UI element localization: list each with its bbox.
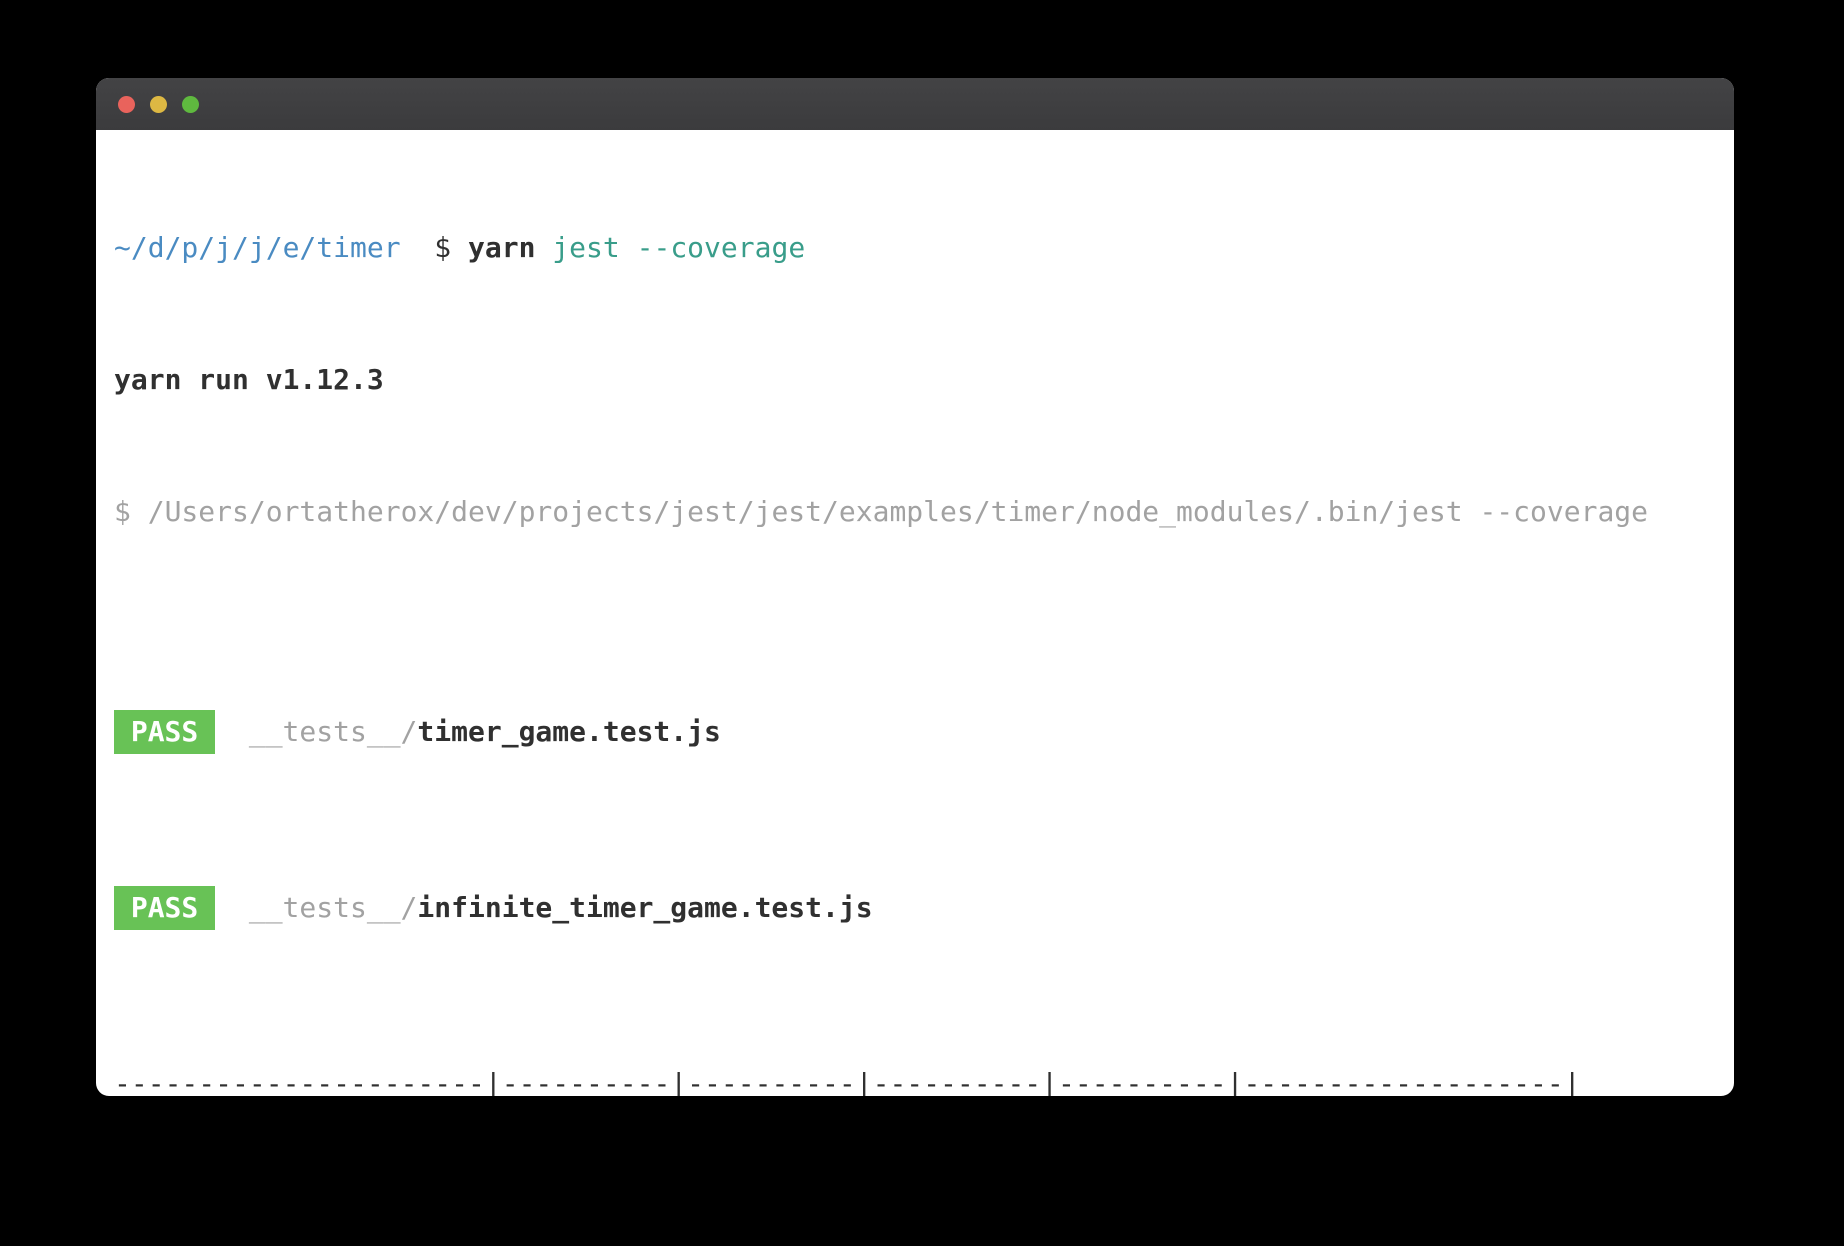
test-result-line: PASS __tests__/infinite_timer_game.test.j… xyxy=(114,886,1714,930)
test-result-line: PASS __tests__/timer_game.test.js xyxy=(114,710,1714,754)
test-results-list: PASS__tests__/timer_game.test.js PASS__t… xyxy=(114,622,1714,974)
coverage-table-border: ----------------------|----------|------… xyxy=(114,1062,1714,1096)
close-window-icon[interactable] xyxy=(118,96,135,113)
prompt-dollar-sign: $ xyxy=(401,231,468,264)
resolved-command-line: $ /Users/ortatherox/dev/projects/jest/je… xyxy=(114,490,1714,534)
yarn-version-line: yarn run v1.12.3 xyxy=(114,358,1714,402)
test-file-name: timer_game.test.js xyxy=(417,715,720,748)
test-dir: __tests__/ xyxy=(249,715,418,748)
terminal-window: ~/d/p/j/j/e/timer $ yarn jest --coverage… xyxy=(96,78,1734,1096)
prompt-command-program: yarn xyxy=(468,231,535,264)
pass-badge: PASS xyxy=(114,886,215,930)
minimize-window-icon[interactable] xyxy=(150,96,167,113)
prompt-line: ~/d/p/j/j/e/timer $ yarn jest --coverage xyxy=(114,226,1714,270)
test-file-name: infinite_timer_game.test.js xyxy=(417,891,872,924)
zoom-window-icon[interactable] xyxy=(182,96,199,113)
prompt-command-args: jest --coverage xyxy=(535,231,805,264)
pass-badge: PASS xyxy=(114,710,215,754)
prompt-path: ~/d/p/j/j/e/timer xyxy=(114,231,401,264)
test-dir: __tests__/ xyxy=(249,891,418,924)
window-titlebar[interactable] xyxy=(96,78,1734,130)
coverage-table: ----------------------|----------|------… xyxy=(114,1062,1714,1096)
terminal-content[interactable]: ~/d/p/j/j/e/timer $ yarn jest --coverage… xyxy=(96,130,1734,1096)
